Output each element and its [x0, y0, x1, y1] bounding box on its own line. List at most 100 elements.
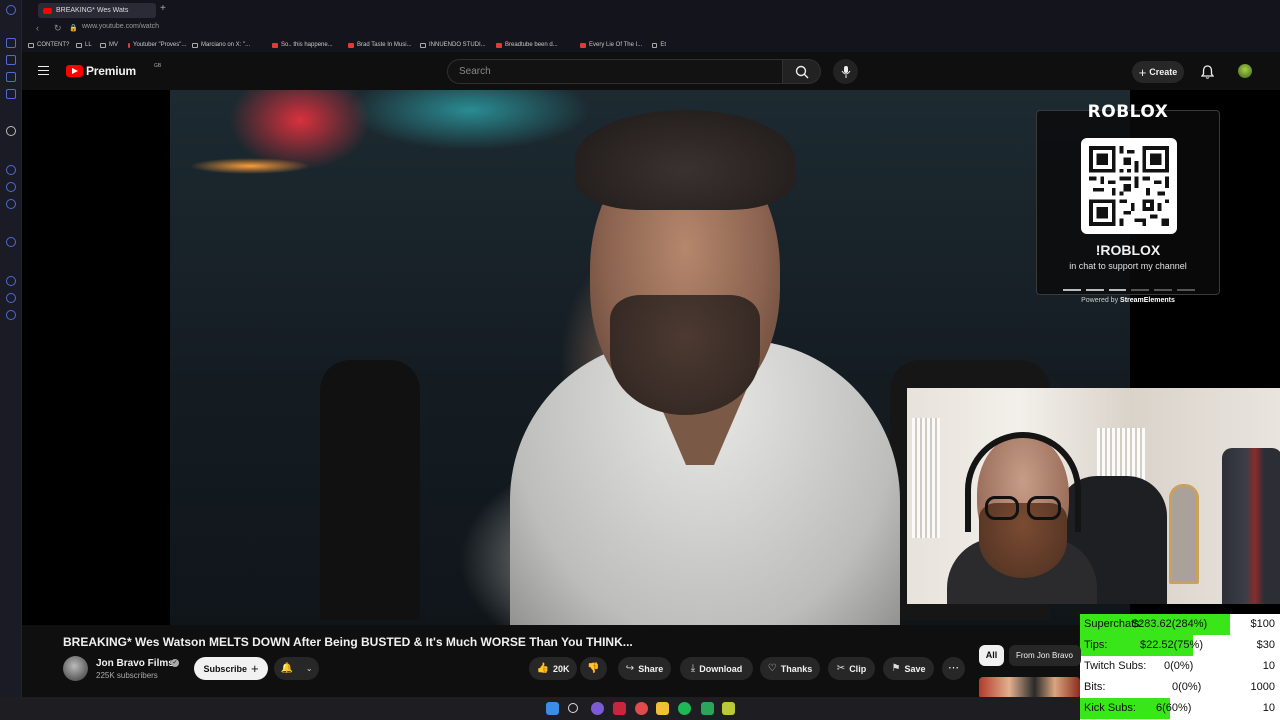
- download-icon: ⤓: [690, 663, 696, 674]
- bell-icon: 🔔: [280, 663, 293, 674]
- sidebar-app-icon[interactable]: [6, 237, 16, 247]
- sidebar-app-icon[interactable]: [6, 72, 16, 82]
- thanks-icon: ♡: [767, 663, 777, 674]
- bookmark-item[interactable]: Brad Taste In Musi...: [342, 42, 414, 48]
- thanks-label: Thanks: [780, 663, 813, 674]
- lock-icon: 🔒: [69, 25, 78, 32]
- bookmark-label: LL: [85, 42, 92, 48]
- browser-tab-active[interactable]: BREAKING* Wes Wats: [38, 3, 156, 18]
- folder-icon: [28, 42, 34, 48]
- mirror: [1169, 484, 1199, 584]
- goal-row: Superchats: $283.62(284%) $100: [1080, 614, 1280, 635]
- voice-search-button[interactable]: [833, 59, 858, 84]
- sidebar-app-icon[interactable]: [6, 182, 16, 192]
- notifications-bell-icon[interactable]: [1201, 65, 1214, 79]
- chip-all[interactable]: All: [979, 645, 1004, 666]
- share-button[interactable]: ↪ Share: [618, 657, 671, 680]
- overlay-progress-dots: [1063, 289, 1195, 291]
- donation-goals-overlay: Superchats: $283.62(284%) $100 Tips: $22.52(…: [1080, 614, 1280, 720]
- app-icon[interactable]: [591, 702, 604, 715]
- bookmark-item[interactable]: Every Lie Of The I...: [574, 42, 646, 48]
- sidebar-app-icon[interactable]: [6, 293, 16, 303]
- reload-icon[interactable]: ↻: [54, 23, 62, 34]
- xbox-icon[interactable]: [701, 702, 714, 715]
- bookmark-item[interactable]: LL: [70, 42, 94, 48]
- goal-target: 10: [1262, 660, 1275, 672]
- search-icon: [795, 65, 809, 79]
- dislike-button[interactable]: 👎: [580, 657, 607, 680]
- youtube-logo[interactable]: Premium GB: [66, 63, 161, 78]
- youtube-favicon-icon: [43, 7, 52, 14]
- bookmark-label: Marciano on X: "...: [201, 42, 251, 48]
- clip-button[interactable]: ✂ Clip: [828, 657, 875, 680]
- back-icon[interactable]: ‹: [36, 23, 39, 33]
- sidebar-app-icon[interactable]: [6, 276, 16, 286]
- bookmark-item[interactable]: MV: [94, 42, 122, 48]
- new-tab-icon[interactable]: +: [160, 3, 166, 14]
- spotify-icon[interactable]: [678, 702, 691, 715]
- site-icon: [76, 42, 82, 48]
- subscribe-button[interactable]: Subscribe +: [194, 657, 268, 680]
- search-button[interactable]: [783, 59, 821, 84]
- bookmark-item[interactable]: INNUENDO STUDI...: [414, 42, 490, 48]
- goal-value: 6(60%): [1156, 702, 1192, 714]
- bookmark-label: Breadtube been d...: [505, 42, 558, 48]
- browser-tab-bar: BREAKING* Wes Wats +: [22, 0, 1280, 20]
- microphone-icon: [841, 65, 850, 78]
- more-icon: ⋯: [948, 662, 959, 674]
- url-field[interactable]: www.youtube.com/watch: [82, 23, 159, 30]
- bookmark-label: Et: [660, 42, 666, 48]
- roblox-subtitle: in chat to support my channel: [1069, 261, 1187, 271]
- save-button[interactable]: ⚑ Save: [883, 657, 934, 680]
- settings-icon[interactable]: [6, 310, 16, 320]
- bookmark-item[interactable]: So.. this happene...: [266, 42, 342, 48]
- search-icon[interactable]: [568, 703, 578, 713]
- chip-from-channel[interactable]: From Jon Bravo: [1009, 645, 1081, 666]
- browser-logo-icon[interactable]: [6, 5, 16, 15]
- account-avatar[interactable]: [1238, 64, 1252, 78]
- like-button[interactable]: 👍 20K: [529, 657, 577, 680]
- goal-value: 0(0%): [1164, 660, 1194, 672]
- thumbs-down-icon: 👎: [587, 663, 600, 674]
- folder-icon: [420, 42, 426, 48]
- thanks-button[interactable]: ♡ Thanks: [760, 657, 820, 680]
- goal-row: Bits: 0(0%) 1000: [1080, 677, 1280, 698]
- sidebar-app-icon[interactable]: [6, 55, 16, 65]
- share-label: Share: [638, 663, 664, 674]
- more-actions-button[interactable]: ⋯: [942, 657, 965, 680]
- powered-by: Powered by StreamElements: [1036, 297, 1220, 304]
- search-input[interactable]: Search: [447, 59, 783, 84]
- app-icon[interactable]: [635, 702, 648, 715]
- webcam-overlay: [907, 388, 1280, 604]
- verified-icon: ✓: [171, 659, 179, 667]
- menu-icon[interactable]: [38, 66, 49, 75]
- recommended-thumbnail[interactable]: [979, 677, 1080, 699]
- download-button[interactable]: ⤓ Download: [680, 657, 753, 680]
- browser-icon[interactable]: [613, 702, 626, 715]
- sidebar-app-icon[interactable]: [6, 165, 16, 175]
- app-icon[interactable]: [722, 702, 735, 715]
- bookmark-item[interactable]: Youtuber "Proves"...: [122, 42, 186, 48]
- video-title: BREAKING* Wes Watson MELTS DOWN After Be…: [63, 635, 633, 649]
- create-label: Create: [1149, 67, 1178, 77]
- bookmark-item[interactable]: Et: [646, 42, 666, 48]
- bookmark-item[interactable]: Breadtube been d...: [490, 42, 574, 48]
- sidebar-app-icon[interactable]: [6, 199, 16, 209]
- sidebar-app-icon[interactable]: [6, 126, 16, 136]
- bookmark-item[interactable]: CONTENT?: [22, 42, 70, 48]
- channel-name[interactable]: Jon Bravo Films: [96, 658, 174, 669]
- start-icon[interactable]: [546, 702, 559, 715]
- sidebar-app-icon[interactable]: [6, 38, 16, 48]
- goal-row: Tips: $22.52(75%) $30: [1080, 635, 1280, 656]
- channel-avatar[interactable]: [63, 656, 88, 681]
- notification-toggle[interactable]: 🔔 ⌄: [274, 657, 319, 680]
- create-button[interactable]: + Create: [1132, 61, 1184, 83]
- youtube-icon: [272, 42, 278, 48]
- goal-value: $22.52(75%): [1140, 639, 1203, 651]
- save-label: Save: [904, 663, 926, 674]
- sidebar-app-icon[interactable]: [6, 89, 16, 99]
- bookmarks-bar: CONTENT? LL MV Youtuber "Proves"... Marciano…: [22, 38, 1280, 52]
- file-explorer-icon[interactable]: [656, 702, 669, 715]
- bookmark-item[interactable]: Marciano on X: "...: [186, 42, 266, 48]
- youtube-icon: [496, 42, 502, 48]
